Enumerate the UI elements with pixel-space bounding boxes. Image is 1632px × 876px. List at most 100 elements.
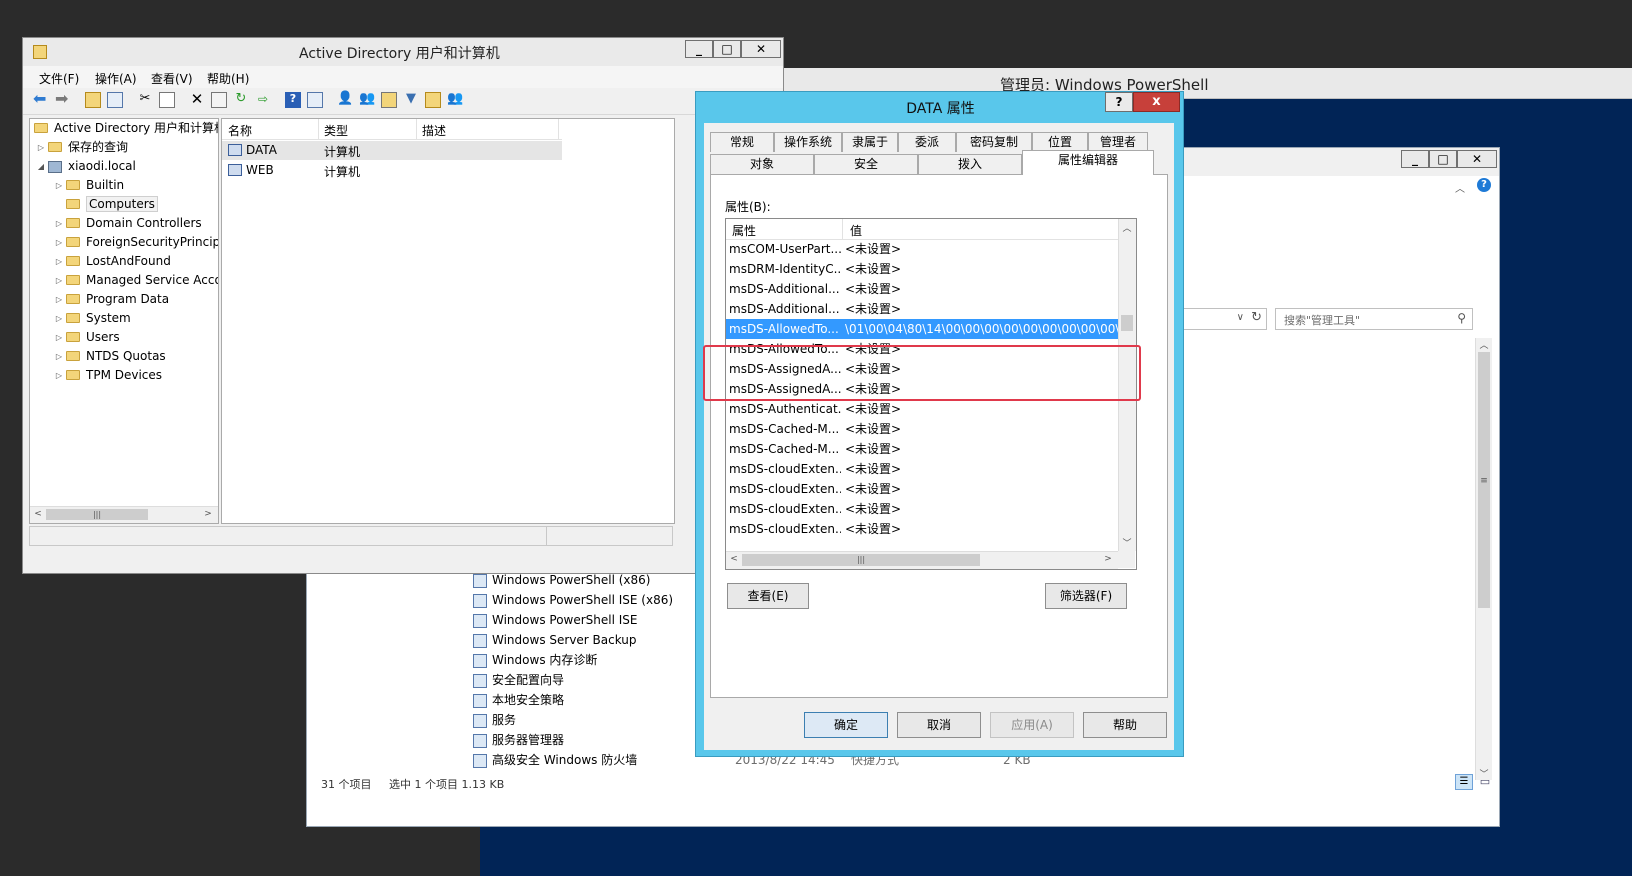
attribute-row[interactable]: msDS-cloudExten... <未设置> <box>726 499 1118 519</box>
show-action-pane-icon[interactable] <box>307 92 323 108</box>
expand-icon[interactable]: ▷ <box>54 290 64 309</box>
menu-file[interactable]: 文件(F) <box>39 70 79 87</box>
list-row-data[interactable]: DATA 计算机 <box>222 141 562 160</box>
list-row-web[interactable]: WEB 计算机 <box>222 161 562 180</box>
large-icons-view-icon[interactable]: ▭ <box>1477 774 1493 790</box>
expand-icon[interactable]: ▷ <box>54 328 64 347</box>
expand-icon[interactable]: ▷ <box>54 366 64 385</box>
attribute-row[interactable]: msDS-Cached-M... <未设置> <box>726 439 1118 459</box>
attributes-hscrollbar[interactable]: < ||| > <box>726 551 1118 569</box>
attribute-row[interactable]: msDS-cloudExten... <未设置> <box>726 479 1118 499</box>
help-icon[interactable]: ? <box>285 92 301 108</box>
view-button[interactable]: 查看(E) <box>727 583 809 609</box>
column-header-value[interactable]: 值 <box>850 222 862 239</box>
expand-icon[interactable]: ▷ <box>54 309 64 328</box>
attribute-row[interactable]: msDS-cloudExten... <未设置> <box>726 459 1118 479</box>
expand-icon[interactable]: ▷ <box>54 271 64 290</box>
expand-icon[interactable]: ▷ <box>54 214 64 233</box>
scrollbar-thumb[interactable]: ||| <box>46 509 148 520</box>
aduc-maximize-button[interactable]: □ <box>713 40 741 58</box>
tree-item[interactable]: ▷ NTDS Quotas <box>54 347 166 366</box>
scrollbar-thumb[interactable] <box>1121 315 1133 331</box>
tree-item[interactable]: Computers <box>54 195 158 214</box>
aduc-window[interactable]: Active Directory 用户和计算机 _ □ ✕ 文件(F) 操作(A… <box>22 37 784 574</box>
dialog-help-button[interactable]: ? <box>1105 92 1133 112</box>
aduc-titlebar[interactable]: Active Directory 用户和计算机 _ □ ✕ <box>23 38 783 66</box>
tree-item[interactable]: ▷ Program Data <box>54 290 169 309</box>
tab[interactable]: 对象 <box>710 154 814 174</box>
attribute-row[interactable]: msDS-AllowedTo... \01\00\04\80\14\00\00\0… <box>726 319 1118 339</box>
tree-item[interactable]: ▷ Users <box>54 328 120 347</box>
tab[interactable]: 密码复制 <box>956 132 1032 152</box>
cut-icon[interactable]: ✂ <box>137 92 153 108</box>
tab[interactable]: 管理者 <box>1088 132 1148 152</box>
collapse-icon[interactable]: ◢ <box>36 157 46 176</box>
tree-item[interactable]: ▷ LostAndFound <box>54 252 171 271</box>
tree-hscrollbar[interactable]: < ||| > <box>30 506 218 523</box>
forward-icon[interactable]: ➡ <box>55 91 71 108</box>
attribute-row[interactable]: msDS-Additional... <未设置> <box>726 279 1118 299</box>
delete-icon[interactable]: ✕ <box>189 92 205 108</box>
copy-icon[interactable] <box>159 92 175 108</box>
aduc-close-button[interactable]: ✕ <box>741 40 781 58</box>
cancel-button[interactable]: 取消 <box>897 712 981 738</box>
properties-icon[interactable] <box>211 92 227 108</box>
tree-item[interactable]: ▷ Domain Controllers <box>54 214 202 233</box>
scrollbar-thumb[interactable]: ||| <box>742 554 980 566</box>
column-header-description[interactable]: 描述 <box>422 122 446 139</box>
tab-attribute-editor[interactable]: 属性编辑器 <box>1022 150 1154 175</box>
attribute-row[interactable]: msDS-Authenticat... <未设置> <box>726 399 1118 419</box>
new-user-icon[interactable]: 👤 <box>337 92 353 108</box>
expand-icon[interactable]: ▷ <box>54 176 64 195</box>
tab[interactable]: 操作系统 <box>774 132 842 152</box>
tab[interactable]: 常规 <box>710 132 774 152</box>
expand-icon[interactable]: ▷ <box>54 233 64 252</box>
tab[interactable]: 拨入 <box>918 154 1022 174</box>
refresh-icon[interactable]: ↻ <box>233 92 249 108</box>
tab[interactable]: 位置 <box>1032 132 1088 152</box>
column-header-attribute[interactable]: 属性 <box>732 222 756 239</box>
properties-dialog[interactable]: DATA 属性 ? x 常规 操作系统 隶属于 委派 密码复制 位置 管理者 对象 安全 拨入属… <box>695 91 1184 757</box>
export-icon[interactable]: ⇨ <box>255 92 271 108</box>
tree-item[interactable]: ▷ Builtin <box>54 176 124 195</box>
menu-view[interactable]: 查看(V) <box>151 70 193 87</box>
tree-item[interactable]: ▷ ForeignSecurityPrincipa <box>54 233 218 252</box>
filter-button[interactable]: 筛选器(F) <box>1045 583 1127 609</box>
aduc-minimize-button[interactable]: _ <box>685 40 713 58</box>
expand-icon[interactable]: ▷ <box>54 252 64 271</box>
filter-icon[interactable]: ▼ <box>403 92 419 108</box>
tree-domain[interactable]: ◢ xiaodi.local <box>36 157 136 176</box>
column-header-name[interactable]: 名称 <box>228 122 252 139</box>
menu-action[interactable]: 操作(A) <box>95 70 137 87</box>
expand-icon[interactable]: ▷ <box>36 138 46 157</box>
tree-item[interactable]: ▷ Managed Service Acco <box>54 271 218 290</box>
tree-saved-queries[interactable]: ▷ 保存的查询 <box>36 138 128 157</box>
apply-button[interactable]: 应用(A) <box>990 712 1074 738</box>
tree-item[interactable]: ▷ TPM Devices <box>54 366 162 385</box>
attribute-row[interactable]: msDS-cloudExten... <未设置> <box>726 519 1118 539</box>
menu-help[interactable]: 帮助(H) <box>207 70 249 87</box>
dialog-close-button[interactable]: x <box>1133 92 1180 112</box>
show-console-tree-icon[interactable] <box>107 92 123 108</box>
help-button[interactable]: 帮助 <box>1083 712 1167 738</box>
tree-root[interactable]: Active Directory 用户和计算机 <box>34 119 218 138</box>
attribute-row[interactable]: msCOM-UserPart... <未设置> <box>726 239 1118 259</box>
ok-button[interactable]: 确定 <box>804 712 888 738</box>
find-icon[interactable] <box>425 92 441 108</box>
column-header-type[interactable]: 类型 <box>324 122 348 139</box>
attribute-row[interactable]: msDRM-IdentityC... <未设置> <box>726 259 1118 279</box>
tab[interactable]: 隶属于 <box>842 132 898 152</box>
new-group-icon[interactable]: 👥 <box>359 92 375 108</box>
add-to-group-icon[interactable]: 👥 <box>447 92 463 108</box>
new-ou-icon[interactable] <box>381 92 397 108</box>
attribute-row[interactable]: msDS-Cached-M... <未设置> <box>726 419 1118 439</box>
attribute-row[interactable]: msDS-Additional... <未设置> <box>726 299 1118 319</box>
expand-icon[interactable]: ▷ <box>54 347 64 366</box>
tree-item[interactable]: ▷ System <box>54 309 131 328</box>
aduc-title: Active Directory 用户和计算机 <box>299 46 500 62</box>
back-icon[interactable]: ⬅ <box>33 91 49 108</box>
tab[interactable]: 安全 <box>814 154 918 174</box>
up-folder-icon[interactable] <box>85 92 101 108</box>
details-view-icon[interactable]: ☰ <box>1455 774 1473 790</box>
tab[interactable]: 委派 <box>898 132 956 152</box>
